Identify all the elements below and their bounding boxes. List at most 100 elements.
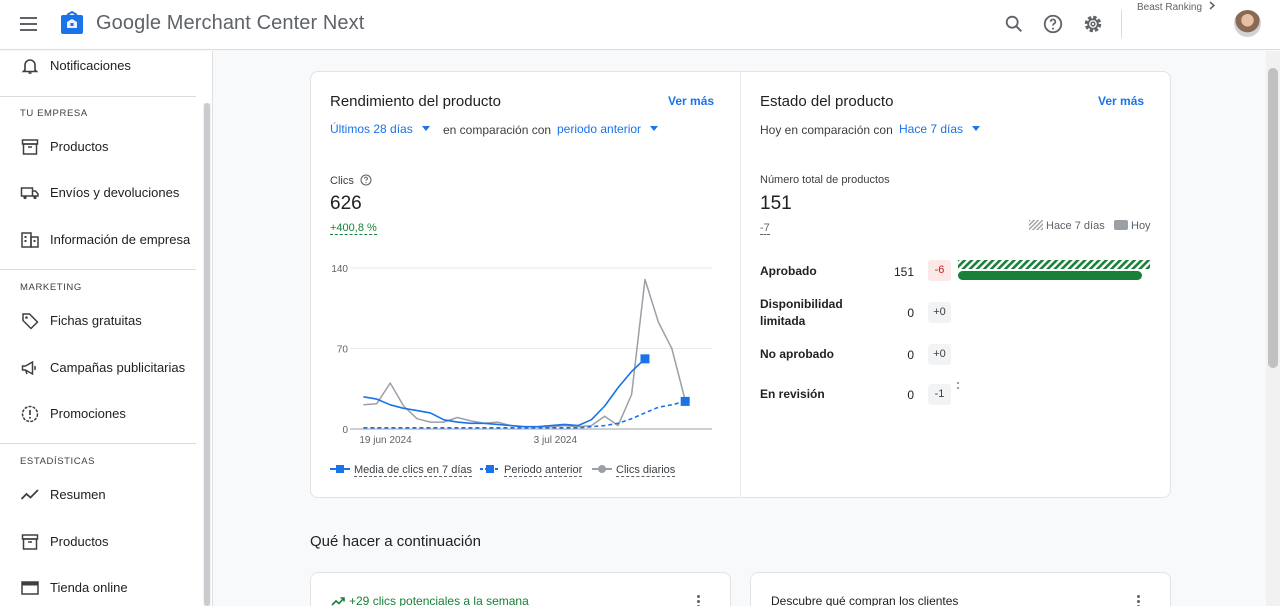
performance-see-more-link[interactable]: Ver más [668,94,714,108]
legend-label: Clics diarios [616,464,676,477]
sidebar-scrollbar[interactable] [204,103,210,606]
dashed-line-square-marker-icon [480,465,500,473]
status-row-value: 0 [907,306,914,320]
x-tick-label: 19 jun 2024 [359,435,412,446]
series-end-marker [640,354,650,364]
chevron-down-icon [650,126,659,131]
next-steps-title: Qué hacer a continuación [310,533,481,550]
sidebar-item-label: Productos [50,534,109,549]
sidebar-item-overview[interactable]: Resumen [0,475,196,515]
app-title: Google Merchant Center Next [96,12,365,34]
sidebar: Notificaciones TU EMPRESA Productos Enví… [0,51,213,606]
status-compare-dropdown[interactable]: Hace 7 días [899,122,981,136]
date-range-dropdown[interactable]: Últimos 28 días [330,122,430,136]
suggestion-card-customers[interactable]: Descubre qué compran los clientes [750,572,1171,606]
status-title: Estado del producto [760,93,894,110]
y-tick-label: 0 [342,425,348,436]
status-row-delta: -6 [928,260,951,281]
x-tick-label: 3 jul 2024 [534,435,578,446]
header-divider [1121,10,1122,38]
suggestion-title: +29 clics potenciales a la semana [331,594,529,606]
card-divider [740,72,741,498]
tag-icon [22,313,39,330]
y-tick-label: 70 [337,345,349,356]
series-line-2 [363,278,686,428]
divider [0,443,196,444]
help-icon[interactable] [360,174,372,186]
section-title: MARKETING [20,282,82,293]
grey-swatch-icon [1114,220,1128,230]
sidebar-item-label: Productos [50,139,109,154]
more-options-icon[interactable] [697,595,701,606]
legend-item-daily-clicks[interactable]: Clics diarios [592,464,676,477]
divider [0,96,196,97]
metric-value: 626 [330,193,362,214]
more-options-icon[interactable] [1137,595,1141,606]
status-row-label: Disponibilidad limitada [760,297,843,328]
legend-item-weekly-average[interactable]: Media de clics en 7 días [330,464,473,477]
browser-window-icon [21,581,39,595]
metric-label-text: Clics [330,175,354,187]
status-row-value: 151 [893,265,914,279]
truck-icon [20,187,39,200]
sidebar-item-label: Tienda online [50,580,128,595]
status-see-more-link[interactable]: Ver más [1098,94,1144,108]
suggestion-card-clicks[interactable]: +29 clics potenciales a la semana [310,572,731,606]
legend-item-previous-period[interactable]: Periodo anterior [480,464,583,477]
page-scrollbar[interactable] [1268,68,1278,368]
sidebar-item-campaigns[interactable]: Campañas publicitarias [0,348,196,388]
sidebar-item-online-store[interactable]: Tienda online [0,568,196,606]
legend-label: Media de clics en 7 días [354,464,473,477]
sidebar-item-free-listings[interactable]: Fichas gratuitas [0,301,196,341]
chevron-down-icon [421,126,430,131]
trending-up-icon [331,597,345,606]
sidebar-item-promotions[interactable]: Promociones [0,394,196,434]
legend-item-past: Hace 7 días [1029,220,1105,232]
account-name: Beast Ranking [1137,2,1203,13]
sidebar-item-products-stats[interactable]: Productos [0,522,196,562]
settings-icon[interactable] [1082,13,1104,35]
building-icon [21,232,39,248]
status-row-delta: +0 [928,302,951,323]
sidebar-item-shipping[interactable]: Envíos y devoluciones [0,173,196,213]
approved-bar-past [958,260,1150,269]
section-title: ESTADÍSTICAS [20,456,96,467]
legend-item-today: Hoy [1114,220,1151,232]
search-icon[interactable] [1003,13,1025,35]
sidebar-item-products[interactable]: Productos [0,127,196,167]
avatar[interactable] [1234,10,1261,37]
archive-icon [21,534,39,550]
approved-bar-today [958,271,1142,280]
bell-icon [21,59,39,74]
compare-period-dropdown[interactable]: periodo anterior [557,122,659,136]
trend-line-icon [20,489,39,500]
merchant-logo-icon [61,11,83,34]
menu-icon[interactable] [20,14,40,32]
compare-label: en comparación con [443,123,552,137]
status-row-label: Aprobado [760,264,817,278]
status-row-label: No aprobado [760,347,834,361]
metric-delta: +400,8 % [330,222,377,235]
date-range-value: Últimos 28 días [330,122,413,136]
series-line-0 [363,358,646,428]
section-title: TU EMPRESA [20,108,88,119]
legend-label: Hace 7 días [1046,220,1105,232]
status-compare-value: Hace 7 días [899,122,964,136]
legend-label: Hoy [1131,220,1151,232]
solid-line-square-marker-icon [330,465,350,473]
sidebar-item-label: Fichas gratuitas [50,313,142,328]
hatched-swatch-icon [1029,220,1043,230]
total-products-label: Número total de productos [760,174,890,186]
metric-label: Clics [330,174,372,187]
help-icon[interactable] [1042,13,1064,35]
account-switcher[interactable]: Beast Ranking [1137,1,1216,13]
sidebar-item-notifications[interactable]: Notificaciones [0,46,196,86]
y-tick-label: 140 [331,264,348,275]
sidebar-item-label: Campañas publicitarias [50,360,186,375]
suggestion-text: +29 clics potenciales a la semana [349,594,529,606]
status-compare-label: Hoy en comparación con [760,123,893,137]
top-bar: Google Merchant Center Next Beast Rankin… [0,0,1280,50]
sidebar-item-business-info[interactable]: Información de empresa [0,220,196,260]
in-review-bar-past [957,382,959,389]
suggestion-title: Descubre qué compran los clientes [771,594,959,606]
